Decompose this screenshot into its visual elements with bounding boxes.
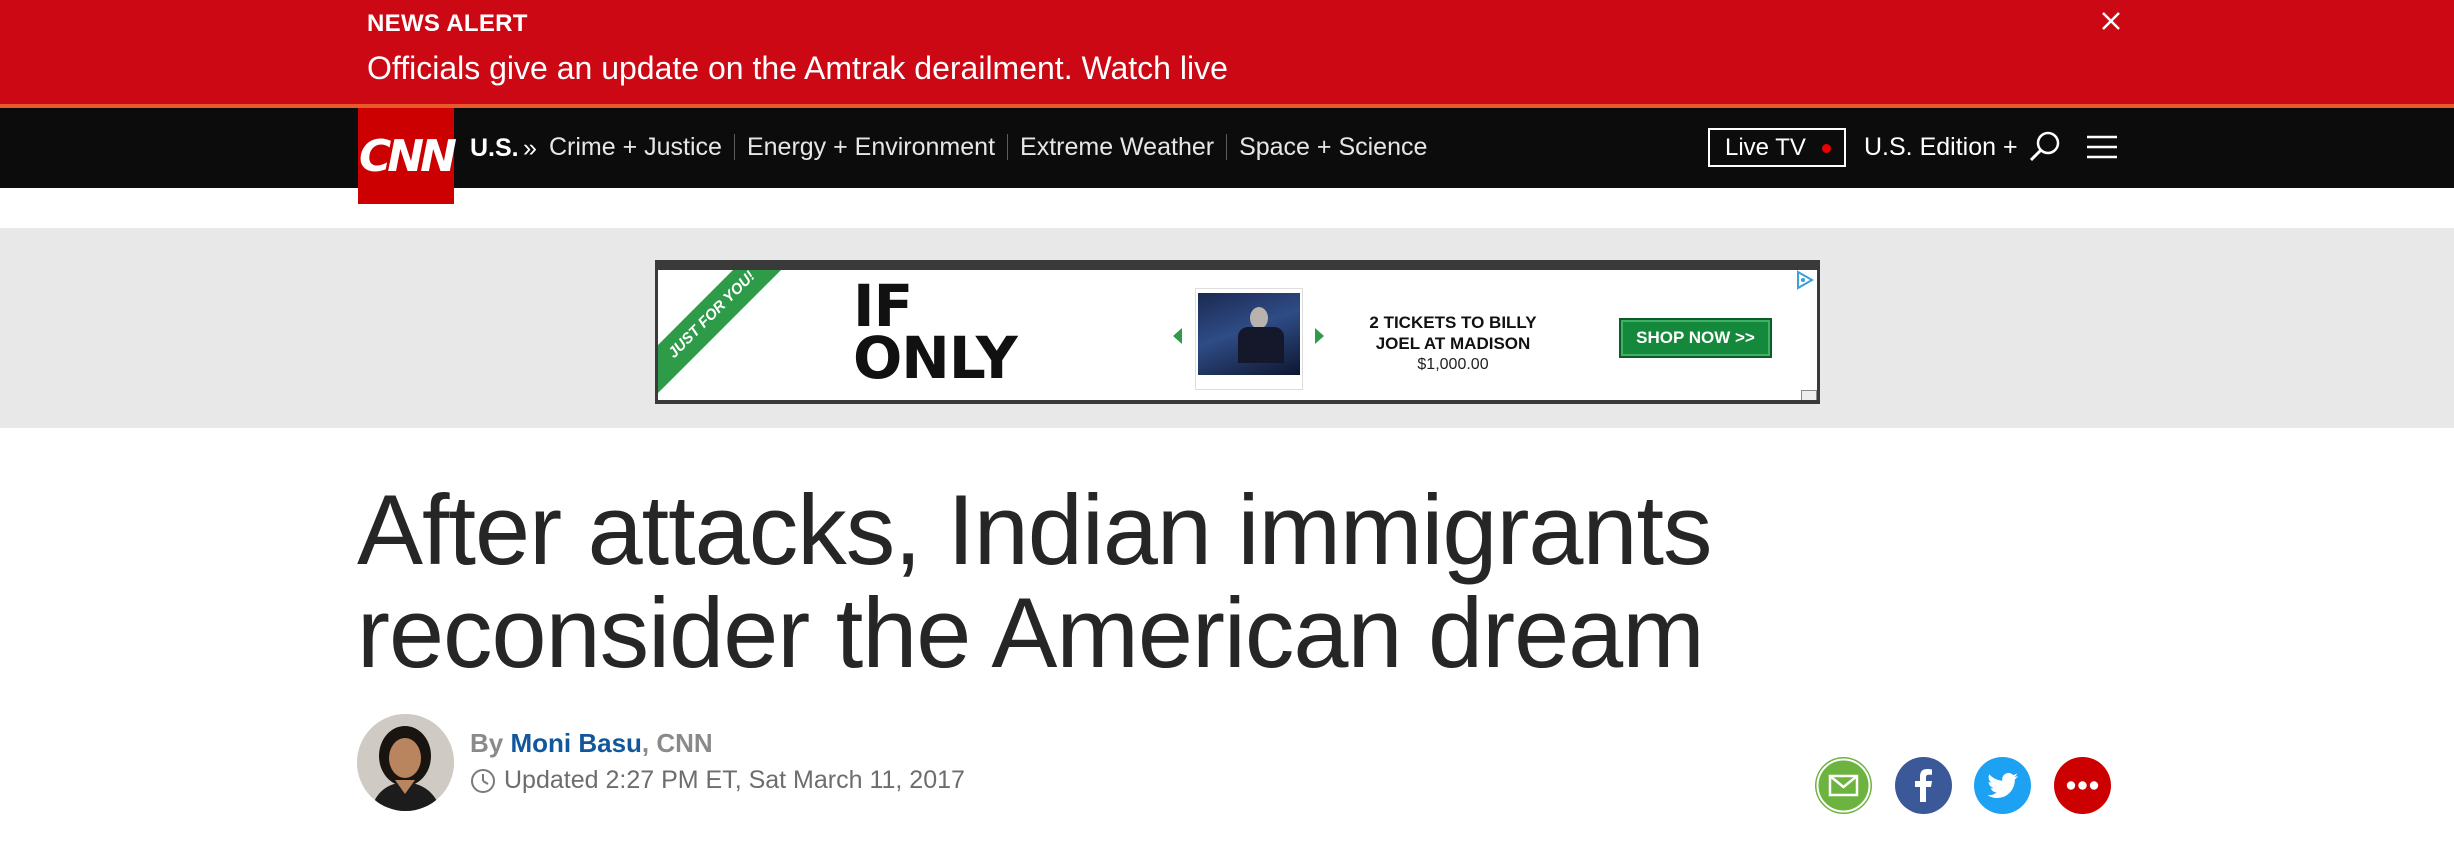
clock-icon [471, 768, 495, 793]
ad-product-image[interactable] [1195, 288, 1303, 390]
byline-outlet: , CNN [641, 728, 713, 758]
author-avatar[interactable] [357, 714, 454, 811]
updated-timestamp: Updated 2:27 PM ET, Sat March 11, 2017 [470, 766, 965, 795]
live-tv-button[interactable]: Live TV [1708, 128, 1846, 167]
share-more-button[interactable] [2054, 757, 2111, 814]
ad-next-arrow-icon[interactable] [1315, 328, 1324, 344]
ad-ribbon: JUST FOR YOU! [658, 270, 802, 400]
byline-by: By [470, 728, 511, 758]
twitter-icon [1987, 773, 2018, 798]
alert-headline[interactable]: Officials give an update on the Amtrak d… [367, 50, 1228, 87]
ad-report-icon[interactable] [1801, 390, 1817, 400]
ad-offer-line2: JOEL AT MADISON [1375, 334, 1531, 353]
ad-offer-text: 2 TICKETS TO BILLY JOEL AT MADISON [1343, 312, 1563, 354]
share-email-button[interactable] [1815, 757, 1872, 814]
ad-brand-logo: IF ONLY [853, 277, 1018, 393]
news-alert-banner[interactable]: NEWS ALERT Officials give an update on t… [0, 0, 2454, 108]
share-twitter-button[interactable] [1974, 757, 2031, 814]
close-icon[interactable] [2096, 6, 2126, 36]
edition-picker[interactable]: U.S. Edition + [1864, 133, 2018, 162]
email-icon [1816, 758, 1871, 813]
facebook-icon [1915, 769, 1932, 802]
nav-link-extreme-weather[interactable]: Extreme Weather [1007, 134, 1226, 160]
updated-text: Updated 2:27 PM ET, Sat March 11, 2017 [504, 766, 965, 794]
ad-offer-line1: 2 TICKETS TO BILLY [1369, 313, 1537, 332]
ad-brand-line2: ONLY [853, 324, 1018, 393]
nav-link-energy-environment[interactable]: Energy + Environment [733, 134, 1007, 160]
live-tv-label: Live TV [1725, 133, 1806, 161]
nav-link-crime-justice[interactable]: Crime + Justice [549, 134, 734, 160]
hamburger-menu-icon[interactable] [2085, 132, 2119, 162]
adchoices-icon[interactable] [1795, 270, 1815, 290]
alert-kicker: NEWS ALERT [367, 10, 528, 37]
nav-link-space-science[interactable]: Space + Science [1226, 134, 1439, 160]
ad-price: $1,000.00 [1417, 356, 1489, 373]
search-icon[interactable] [2028, 130, 2062, 164]
nav-section-us[interactable]: U.S. [470, 134, 519, 163]
author-link[interactable]: Moni Basu [510, 728, 641, 758]
logo-text: CNN [359, 130, 457, 182]
share-facebook-button[interactable] [1895, 757, 1952, 814]
shop-now-button[interactable]: SHOP NOW >> [1619, 318, 1772, 358]
banner-ad[interactable]: JUST FOR YOU! IF ONLY 2 TICKETS TO BILLY… [655, 260, 1820, 404]
article-headline: After attacks, Indian immigrants reconsi… [357, 474, 1713, 688]
nav-links: Crime + Justice Energy + Environment Ext… [549, 132, 1439, 162]
byline: By Moni Basu, CNN [470, 728, 713, 759]
more-icon [2066, 781, 2099, 790]
cnn-logo[interactable]: CNN [358, 108, 457, 204]
nav-separator: » [523, 134, 537, 162]
ad-prev-arrow-icon[interactable] [1173, 328, 1182, 344]
live-dot-icon [1822, 144, 1831, 153]
